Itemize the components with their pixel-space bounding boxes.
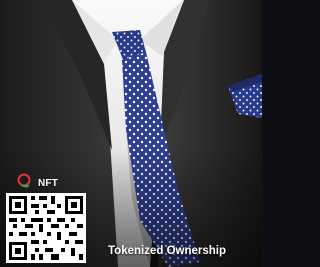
tokenized-ownership-caption: Tokenized Ownership xyxy=(108,245,226,257)
qr-code-icon[interactable] xyxy=(6,193,86,263)
nft-label: NFT xyxy=(38,178,59,189)
nft-promo-card: NFT Tokenized Ownership xyxy=(0,0,262,267)
nft-logo-icon xyxy=(16,173,34,194)
nft-badge: NFT xyxy=(16,173,58,194)
